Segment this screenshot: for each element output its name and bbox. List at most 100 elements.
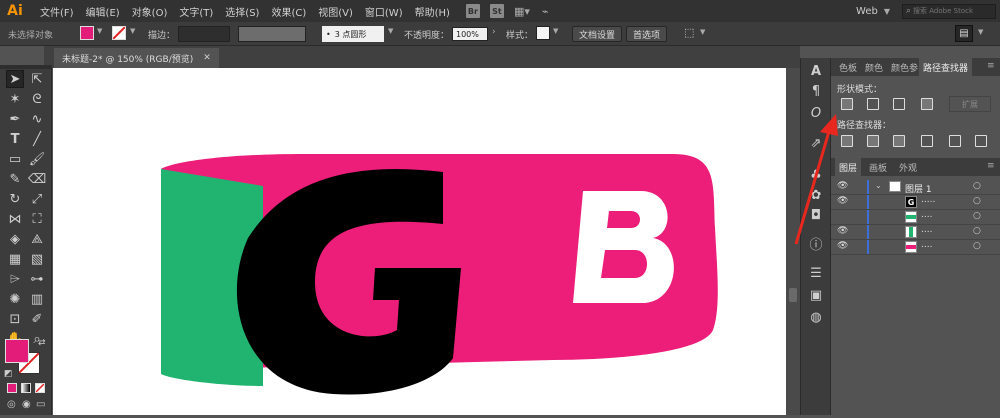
- opacity-input[interactable]: 100%: [452, 27, 488, 41]
- expand-button[interactable]: 扩展: [949, 96, 991, 112]
- sublayer-name[interactable]: .....: [921, 195, 935, 205]
- align-icon[interactable]: ⬚: [684, 26, 694, 39]
- transparency-panel-icon[interactable]: ◍: [807, 308, 825, 326]
- stroke-weight-field[interactable]: [178, 26, 230, 42]
- stroke-panel-icon[interactable]: ☰: [807, 264, 825, 282]
- paintbrush-tool-icon[interactable]: 🖌: [28, 150, 46, 168]
- close-icon[interactable]: ✕: [203, 53, 211, 63]
- none-mode-icon[interactable]: [35, 383, 45, 393]
- minus-back-icon[interactable]: [975, 135, 987, 147]
- crop-icon[interactable]: [921, 135, 933, 147]
- curvature-tool-icon[interactable]: ∿: [28, 110, 46, 128]
- layer-name[interactable]: 图层 1: [905, 182, 932, 195]
- artboard-tool-icon[interactable]: ⊡: [6, 310, 24, 328]
- column-graph-tool-icon[interactable]: ▥: [28, 290, 46, 308]
- gpu-icon[interactable]: ⌁: [542, 5, 549, 18]
- scale-tool-icon[interactable]: ⤢: [28, 190, 46, 208]
- bridge-icon[interactable]: Br: [465, 4, 480, 18]
- sublayer-name[interactable]: ....: [921, 225, 932, 235]
- arrange-grid-icon[interactable]: ▦▾: [514, 5, 530, 18]
- merge-icon[interactable]: [893, 135, 905, 147]
- sublayer-row[interactable]: .... ○: [831, 210, 1000, 225]
- menu-window[interactable]: 窗口(W): [365, 4, 403, 19]
- sublayer-row[interactable]: 👁 .... ○: [831, 240, 1000, 255]
- variable-width-profile[interactable]: [238, 26, 306, 42]
- layer-row[interactable]: 👁 ⌄ 图层 1 ○: [831, 180, 1000, 195]
- menu-view[interactable]: 视图(V): [318, 4, 353, 19]
- sublayer-row[interactable]: 👁 G ..... ○: [831, 195, 1000, 210]
- panel-menu-icon[interactable]: ≡: [987, 61, 995, 71]
- color-mode-icon[interactable]: [7, 383, 17, 393]
- default-colors-icon[interactable]: ◩: [4, 369, 13, 379]
- graphic-style-swatch[interactable]: [536, 26, 550, 40]
- tab-color-guide[interactable]: 颜色参: [887, 58, 922, 76]
- rotate-tool-icon[interactable]: ↻: [6, 190, 24, 208]
- chevron-down-icon[interactable]: ▼: [130, 27, 135, 35]
- chevron-right-icon[interactable]: ›: [492, 27, 496, 37]
- unite-icon[interactable]: [841, 98, 853, 110]
- menu-object[interactable]: 对象(O): [132, 4, 168, 19]
- menu-edit[interactable]: 编辑(E): [86, 4, 120, 19]
- chevron-down-icon[interactable]: ▼: [388, 27, 393, 35]
- eyedropper-tool-icon[interactable]: ⌲: [6, 270, 24, 288]
- artboard-canvas[interactable]: [53, 68, 786, 415]
- fill-color-box[interactable]: [5, 339, 29, 363]
- eraser-tool-icon[interactable]: ⌫: [28, 170, 46, 188]
- menu-effect[interactable]: 效果(C): [271, 4, 306, 19]
- gradient-mode-icon[interactable]: [21, 383, 31, 393]
- chevron-down-icon[interactable]: ▼: [978, 28, 983, 36]
- sublayer-name[interactable]: ....: [921, 210, 932, 220]
- panel-toggle-icon[interactable]: ▤: [955, 25, 973, 42]
- document-setup-button[interactable]: 文档设置: [572, 26, 623, 42]
- tab-appearance[interactable]: 外观: [895, 158, 921, 176]
- brush-definition[interactable]: • 3 点圆形: [322, 26, 384, 42]
- tab-color[interactable]: 颜色: [861, 58, 887, 76]
- preferences-button[interactable]: 首选项: [626, 26, 668, 42]
- shape-builder-tool-icon[interactable]: ◈: [6, 230, 24, 248]
- swap-colors-icon[interactable]: ⇄: [38, 338, 46, 348]
- selection-tool-icon[interactable]: ➤: [6, 70, 24, 88]
- workspace-switcher[interactable]: Web: [856, 6, 878, 17]
- target-circle-icon[interactable]: ○: [973, 196, 981, 206]
- magic-wand-tool-icon[interactable]: ✶: [6, 90, 24, 108]
- outline-icon[interactable]: [949, 135, 961, 147]
- chevron-down-icon[interactable]: ⌄: [875, 181, 882, 190]
- menu-help[interactable]: 帮助(H): [415, 4, 450, 19]
- fill-swatch[interactable]: [80, 26, 94, 40]
- panel-menu-icon[interactable]: ≡: [987, 161, 995, 171]
- tab-swatches[interactable]: 色板: [835, 58, 861, 76]
- slice-tool-icon[interactable]: ✐: [28, 310, 46, 328]
- symbol-sprayer-tool-icon[interactable]: ✺: [6, 290, 24, 308]
- screen-mode-icon[interactable]: ▭: [36, 399, 45, 410]
- pen-tool-icon[interactable]: ✒: [6, 110, 24, 128]
- menu-file[interactable]: 文件(F): [40, 4, 74, 19]
- trim-icon[interactable]: [867, 135, 879, 147]
- menu-select[interactable]: 选择(S): [225, 4, 259, 19]
- sublayer-row[interactable]: 👁 .... ○: [831, 225, 1000, 240]
- gradient-panel-icon[interactable]: ▣: [807, 286, 825, 304]
- stock-search-input[interactable]: [913, 7, 994, 15]
- target-circle-icon[interactable]: ○: [973, 211, 981, 221]
- minus-front-icon[interactable]: [867, 98, 879, 110]
- type-tool-icon[interactable]: T: [6, 130, 24, 148]
- stock-icon[interactable]: St: [489, 4, 504, 18]
- tools-panel-grip[interactable]: [0, 65, 52, 69]
- draw-mode-icon[interactable]: ◎: [7, 399, 16, 410]
- rectangle-tool-icon[interactable]: ▭: [6, 150, 24, 168]
- chevron-down-icon[interactable]: ▼: [97, 27, 102, 35]
- chevron-down-icon[interactable]: ▼: [884, 7, 890, 16]
- document-tab[interactable]: 未标题-2* @ 150% (RGB/预览) ✕: [54, 48, 219, 68]
- target-circle-icon[interactable]: ○: [973, 226, 981, 236]
- stroke-swatch[interactable]: [112, 26, 126, 40]
- tab-artboards[interactable]: 画板: [865, 158, 891, 176]
- target-circle-icon[interactable]: ○: [973, 181, 981, 191]
- width-tool-icon[interactable]: ⋈: [6, 210, 24, 228]
- target-circle-icon[interactable]: ○: [973, 241, 981, 251]
- perspective-grid-tool-icon[interactable]: ⟁: [28, 230, 46, 248]
- character-panel-icon[interactable]: A: [807, 62, 825, 80]
- paragraph-panel-icon[interactable]: ¶: [807, 82, 825, 100]
- direct-selection-tool-icon[interactable]: ⇱: [28, 70, 46, 88]
- lasso-tool-icon[interactable]: ᘓ: [28, 90, 46, 108]
- chevron-down-icon[interactable]: ▼: [700, 28, 705, 36]
- tab-pathfinder[interactable]: 路径查找器: [919, 58, 973, 76]
